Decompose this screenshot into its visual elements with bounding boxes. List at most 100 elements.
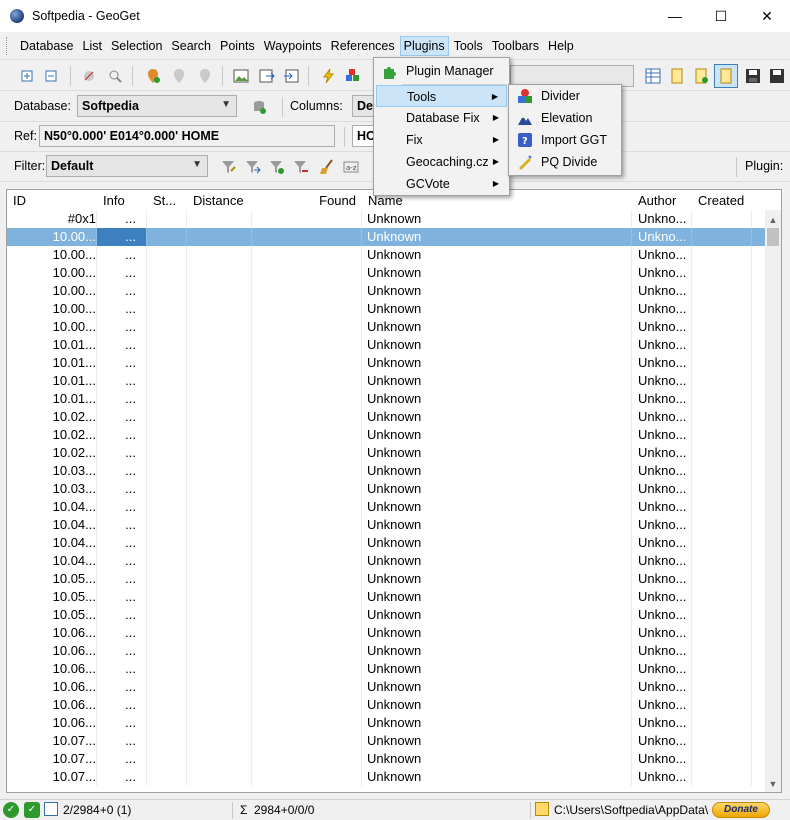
table-row[interactable]: 10.00...... Unknown Unkno... [7, 282, 767, 300]
table-row[interactable]: 10.06...... Unknown Unkno... [7, 714, 767, 732]
menu-selection[interactable]: Selection [107, 36, 166, 56]
notes-icon[interactable] [668, 67, 686, 85]
table-row[interactable]: 10.06...... Unknown Unkno... [7, 660, 767, 678]
table-row[interactable]: 10.05...... Unknown Unkno... [7, 606, 767, 624]
table-row[interactable]: 10.02...... Unknown Unkno... [7, 444, 767, 462]
table-row[interactable]: 10.02...... Unknown Unkno... [7, 408, 767, 426]
menu-list[interactable]: List [79, 36, 106, 56]
table-row[interactable]: 10.00...... Unknown Unkno... [7, 264, 767, 282]
database-select[interactable]: Softpedia ▼ [77, 95, 237, 117]
table-row[interactable]: 10.07...... Unknown Unkno... [7, 768, 767, 786]
table-row[interactable]: 10.06...... Unknown Unkno... [7, 642, 767, 660]
menuitem-database-fix[interactable]: Database Fix ▶ [376, 107, 507, 129]
cache-list-grid[interactable]: ID Info St... Distance Found Name Author… [6, 189, 782, 793]
table-row[interactable]: 10.07...... Unknown Unkno... [7, 750, 767, 768]
menuitem-elevation[interactable]: Elevation [511, 107, 619, 129]
table-row[interactable]: #0x1... Unknown Unkno... [7, 210, 767, 228]
menu-references[interactable]: References [327, 36, 399, 56]
column-header-found[interactable]: Found [252, 190, 362, 210]
image-icon[interactable] [232, 67, 250, 85]
column-header-status[interactable]: St... [147, 190, 187, 210]
scroll-thumb[interactable] [767, 228, 779, 246]
menu-tools[interactable]: Tools [450, 36, 487, 56]
add-note-icon[interactable] [692, 67, 710, 85]
table-row[interactable]: 10.01...... Unknown Unkno... [7, 372, 767, 390]
table-row[interactable]: 10.05...... Unknown Unkno... [7, 588, 767, 606]
waypoint-remove-icon[interactable] [196, 67, 214, 85]
menuitem-geocaching-cz[interactable]: Geocaching.cz ▶ [376, 151, 507, 173]
column-header-author[interactable]: Author [632, 190, 692, 210]
table-row[interactable]: 10.07...... Unknown Unkno... [7, 732, 767, 750]
blocks-icon[interactable] [344, 67, 362, 85]
menuitem-tools[interactable]: Tools ▶ [376, 85, 507, 107]
filter-edit-icon[interactable] [220, 158, 238, 176]
menuitem-fix[interactable]: Fix ▶ [376, 129, 507, 151]
table-row[interactable]: 10.01...... Unknown Unkno... [7, 390, 767, 408]
menuitem-import-ggt[interactable]: ? Import GGT [511, 129, 619, 151]
broom-icon[interactable] [318, 158, 336, 176]
export-icon[interactable] [258, 67, 276, 85]
menu-help[interactable]: Help [544, 36, 578, 56]
menuitem-plugin-manager[interactable]: Plugin Manager [376, 60, 507, 82]
cell-author: Unkno... [632, 444, 692, 462]
save-icon[interactable] [744, 67, 762, 85]
menu-plugins[interactable]: Plugins [399, 35, 449, 56]
table-row[interactable]: 10.00...... Unknown Unkno... [7, 246, 767, 264]
table-row[interactable]: 10.06...... Unknown Unkno... [7, 696, 767, 714]
table-row[interactable]: 10.04...... Unknown Unkno... [7, 516, 767, 534]
lightning-icon[interactable] [320, 67, 338, 85]
filter-select[interactable]: Default ▼ [46, 155, 208, 177]
table-row[interactable]: 10.06...... Unknown Unkno... [7, 678, 767, 696]
table-row[interactable]: 10.01...... Unknown Unkno... [7, 336, 767, 354]
scroll-up-icon[interactable]: ▲ [765, 212, 781, 228]
table-row[interactable]: 10.04...... Unknown Unkno... [7, 552, 767, 570]
menu-points[interactable]: Points [216, 36, 259, 56]
column-header-info[interactable]: Info [97, 190, 147, 210]
menu-database[interactable]: Database [16, 36, 78, 56]
menu-search[interactable]: Search [167, 36, 215, 56]
import-icon[interactable] [282, 67, 300, 85]
expand-icon[interactable] [18, 67, 36, 85]
save-as-icon[interactable] [768, 67, 786, 85]
table-row[interactable]: 10.05...... Unknown Unkno... [7, 570, 767, 588]
menu-waypoints[interactable]: Waypoints [260, 36, 326, 56]
collapse-icon[interactable] [42, 67, 60, 85]
menuitem-divider[interactable]: Divider [511, 85, 619, 107]
delete-point-icon[interactable] [80, 67, 98, 85]
filter-add-icon[interactable] [268, 158, 286, 176]
menuitem-gcvote[interactable]: GCVote ▶ [376, 173, 507, 195]
sort-az-icon[interactable]: a-z [342, 158, 360, 176]
close-button[interactable]: ✕ [744, 0, 790, 32]
table-row[interactable]: 10.04...... Unknown Unkno... [7, 498, 767, 516]
menubar-grip[interactable] [6, 37, 9, 55]
menu-toolbars[interactable]: Toolbars [488, 36, 543, 56]
table-row[interactable]: 10.04...... Unknown Unkno... [7, 534, 767, 552]
notes-pressed-icon[interactable] [714, 64, 738, 88]
column-header-created[interactable]: Created [692, 190, 752, 210]
donate-button[interactable]: Donate [712, 802, 770, 818]
menuitem-pq-divide[interactable]: PQ Divide [511, 151, 619, 173]
database-settings-icon[interactable] [250, 98, 268, 116]
add-waypoint-icon[interactable] [144, 67, 162, 85]
ref-coordinates-field[interactable]: N50°0.000' E014°0.000' HOME [39, 125, 335, 147]
scroll-down-icon[interactable]: ▼ [765, 776, 781, 792]
table-row[interactable]: 10.03...... Unknown Unkno... [7, 462, 767, 480]
minimize-button[interactable]: — [652, 0, 698, 32]
filter-remove-icon[interactable] [292, 158, 310, 176]
table-row[interactable]: 10.00...... Unknown Unkno... [7, 318, 767, 336]
column-header-id[interactable]: ID [7, 190, 97, 210]
grid-view-icon[interactable] [644, 67, 662, 85]
filter-apply-icon[interactable] [244, 158, 262, 176]
vertical-scrollbar[interactable]: ▲ ▼ [765, 210, 781, 792]
table-row[interactable]: 10.03...... Unknown Unkno... [7, 480, 767, 498]
cell-author: Unkno... [632, 246, 692, 264]
zoom-icon[interactable] [106, 67, 124, 85]
table-row[interactable]: 10.01...... Unknown Unkno... [7, 354, 767, 372]
table-row[interactable]: 10.00...... Unknown Unkno... [7, 300, 767, 318]
table-row[interactable]: 10.02...... Unknown Unkno... [7, 426, 767, 444]
maximize-button[interactable]: ☐ [698, 0, 744, 32]
table-row[interactable]: 10.06...... Unknown Unkno... [7, 624, 767, 642]
table-row[interactable]: 10.00...... Unknown Unkno... [7, 228, 767, 246]
waypoint-gray-icon[interactable] [170, 67, 188, 85]
column-header-distance[interactable]: Distance [187, 190, 252, 210]
